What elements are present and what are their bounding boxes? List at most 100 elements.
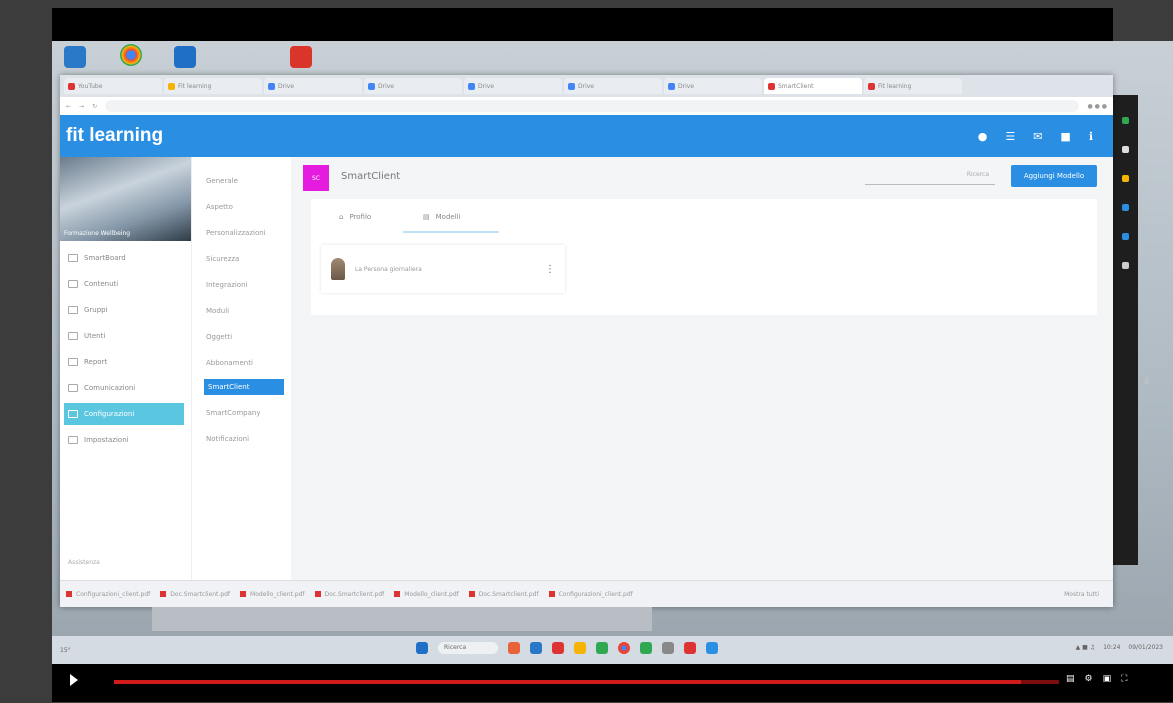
- fullscreen-icon[interactable]: ⛶: [1121, 674, 1127, 684]
- taskbar-app-icon[interactable]: [596, 642, 608, 654]
- sidebar-item[interactable]: Contenuti: [64, 273, 184, 295]
- submenu-item[interactable]: Notificazioni: [206, 435, 249, 443]
- reload-icon[interactable]: ↻: [92, 103, 97, 110]
- sidebar-item[interactable]: Report: [64, 351, 184, 373]
- taskbar-app-icon[interactable]: [508, 642, 520, 654]
- miniplayer-icon[interactable]: ▣: [1103, 674, 1112, 684]
- desktop-icon-recycle[interactable]: [64, 46, 86, 68]
- taskbar-app-icon[interactable]: [530, 642, 542, 654]
- download-icon[interactable]: ⇩: [1143, 377, 1151, 387]
- chrome-icon[interactable]: [618, 642, 630, 654]
- tab-label: Drive: [578, 82, 594, 90]
- clock-time[interactable]: 10:24: [1103, 644, 1120, 651]
- download-item[interactable]: Modello_client.pdf: [240, 591, 305, 598]
- tab-models[interactable]: ▤ Modelli: [423, 213, 461, 221]
- browser-tab[interactable]: Drive: [364, 78, 462, 94]
- strip-icon[interactable]: [1122, 262, 1129, 269]
- submenu-item[interactable]: Integrazioni: [206, 281, 247, 289]
- sidebar-footer[interactable]: Assistenza: [68, 559, 100, 566]
- brand-logo[interactable]: fit learning: [66, 125, 163, 147]
- download-item[interactable]: Doc.Smartclient.pdf: [160, 591, 230, 598]
- submenu-item[interactable]: Moduli: [206, 307, 229, 315]
- sidebar-item-label: Comunicazioni: [84, 384, 136, 392]
- download-item[interactable]: Doc.Smartclient.pdf: [468, 591, 539, 598]
- folder-icon[interactable]: [574, 642, 586, 654]
- submenu-item[interactable]: Sicurezza: [206, 255, 239, 263]
- submenu-item[interactable]: Personalizzazioni: [206, 229, 266, 237]
- play-icon[interactable]: [70, 674, 78, 686]
- language-icon[interactable]: ☰: [1005, 130, 1015, 143]
- settings-icon[interactable]: [662, 642, 674, 654]
- sidebar-item[interactable]: Comunicazioni: [64, 377, 184, 399]
- sidebar-item-icon: [68, 410, 78, 418]
- submenu-item[interactable]: Aspetto: [206, 203, 233, 211]
- tab-profile[interactable]: ⌂ Profilo: [339, 213, 371, 221]
- show-all-downloads[interactable]: Mostra tutti: [1064, 591, 1113, 598]
- settings-icon[interactable]: ⚙: [1085, 674, 1093, 684]
- sidebar-item[interactable]: Gruppi: [64, 299, 184, 321]
- download-item[interactable]: Configurazioni_client.pdf: [548, 591, 633, 598]
- strip-icon[interactable]: [1122, 204, 1129, 211]
- browser-tab[interactable]: Drive: [564, 78, 662, 94]
- strip-icon[interactable]: [1122, 117, 1129, 124]
- sidebar-item[interactable]: Impostazioni: [64, 429, 184, 451]
- search-input[interactable]: Ricerca: [865, 171, 995, 185]
- messages-icon[interactable]: ✉: [1033, 130, 1042, 143]
- chrome-icon[interactable]: [120, 44, 142, 66]
- more-options-icon[interactable]: ⋮: [545, 264, 555, 275]
- taskbar-search[interactable]: Ricerca: [438, 642, 498, 654]
- info-icon[interactable]: ℹ: [1089, 130, 1093, 143]
- extensions-icon[interactable]: ● ● ●: [1087, 103, 1107, 110]
- taskbar-apps: Ricerca: [416, 642, 718, 654]
- forward-icon[interactable]: →: [79, 103, 84, 110]
- tab-favicon-icon: [168, 82, 175, 90]
- add-model-button[interactable]: Aggiungi Modello: [1011, 165, 1097, 187]
- sidebar-item[interactable]: SmartBoard: [64, 247, 184, 269]
- pdf-icon[interactable]: [290, 46, 312, 68]
- submenu-item[interactable]: Abbonamenti: [206, 359, 253, 367]
- url-field[interactable]: [105, 100, 1080, 112]
- download-item[interactable]: Configurazioni_client.pdf: [66, 591, 150, 598]
- browser-tab[interactable]: SmartClient: [764, 78, 862, 94]
- weather-widget[interactable]: 15°: [60, 647, 71, 654]
- video-progress-bar[interactable]: [114, 680, 1059, 684]
- clock-date[interactable]: 09/01/2023: [1128, 644, 1163, 651]
- sidebar-hero-image: Formazione Wellbeing: [60, 157, 191, 241]
- tray-icons[interactable]: ▲ ■ ♫: [1076, 644, 1095, 651]
- sidebar-item-icon: [68, 306, 78, 314]
- tab-label: Modelli: [435, 213, 461, 221]
- desktop-icon-app[interactable]: [174, 46, 196, 68]
- strip-icon[interactable]: [1122, 175, 1129, 182]
- captions-icon[interactable]: ▤: [1066, 674, 1075, 684]
- file-icon: ▤: [423, 213, 430, 221]
- browser-tab[interactable]: Drive: [264, 78, 362, 94]
- download-item[interactable]: Doc.Smartclient.pdf: [314, 591, 384, 598]
- tab-label: Drive: [278, 82, 294, 90]
- browser-tab[interactable]: YouTube: [64, 78, 162, 94]
- sidebar-item[interactable]: Utenti: [64, 325, 184, 347]
- system-tray: ▲ ■ ♫ 10:24 09/01/2023: [1076, 644, 1163, 651]
- taskbar-app-icon[interactable]: [684, 642, 696, 654]
- browser-tab[interactable]: Fit learning: [864, 78, 962, 94]
- strip-icon[interactable]: [1122, 233, 1129, 240]
- start-icon[interactable]: [416, 642, 428, 654]
- download-item[interactable]: Modello_client.pdf: [394, 591, 459, 598]
- list-item[interactable]: La Persona giornaliera ⋮: [321, 245, 565, 293]
- submenu-item[interactable]: Generale: [206, 177, 238, 185]
- taskbar-app-icon[interactable]: [706, 642, 718, 654]
- submenu-item[interactable]: SmartCompany: [206, 409, 260, 417]
- sidebar-item[interactable]: Configurazioni: [64, 403, 184, 425]
- tab-label: Fit learning: [178, 82, 212, 90]
- user-icon[interactable]: ●: [978, 130, 988, 143]
- apps-icon[interactable]: ■: [1060, 130, 1070, 143]
- back-icon[interactable]: ←: [66, 103, 71, 110]
- submenu-item[interactable]: Oggetti: [206, 333, 232, 341]
- download-name: Configurazioni_client.pdf: [76, 590, 151, 598]
- strip-icon[interactable]: [1122, 146, 1129, 153]
- browser-tab[interactable]: Drive: [464, 78, 562, 94]
- browser-tab[interactable]: Fit learning: [164, 78, 262, 94]
- submenu-item[interactable]: SmartClient: [204, 379, 284, 395]
- taskbar-app-icon[interactable]: [640, 642, 652, 654]
- taskbar-app-icon[interactable]: [552, 642, 564, 654]
- browser-tab[interactable]: Drive: [664, 78, 762, 94]
